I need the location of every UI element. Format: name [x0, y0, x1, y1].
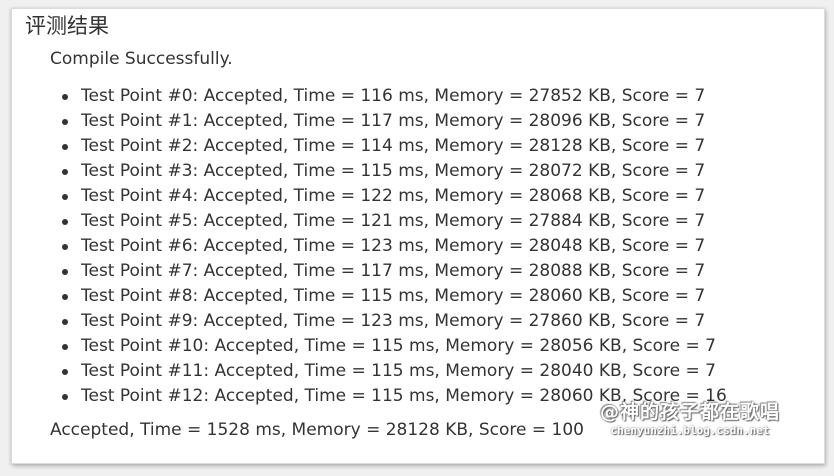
bullet-icon [62, 169, 68, 175]
watermark-url: chenyunzhi.blog.csdn.net [610, 424, 770, 437]
bullet-icon [62, 319, 68, 325]
compile-status: Compile Successfully. [50, 49, 233, 69]
test-point-item: Test Point #11: Accepted, Time = 115 ms,… [62, 359, 727, 384]
bullet-icon [62, 294, 68, 300]
test-point-text: Test Point #10: Accepted, Time = 115 ms,… [81, 336, 717, 356]
bullet-icon [62, 194, 68, 200]
test-point-item: Test Point #8: Accepted, Time = 115 ms, … [62, 284, 727, 309]
test-point-item: Test Point #5: Accepted, Time = 121 ms, … [62, 209, 727, 234]
test-point-text: Test Point #2: Accepted, Time = 114 ms, … [81, 136, 706, 156]
test-point-item: Test Point #1: Accepted, Time = 117 ms, … [62, 109, 727, 134]
bullet-icon [62, 269, 68, 275]
test-point-text: Test Point #9: Accepted, Time = 123 ms, … [81, 311, 706, 331]
judge-result-panel: 评测结果 Compile Successfully. Test Point #0… [11, 8, 825, 464]
test-point-list: Test Point #0: Accepted, Time = 116 ms, … [62, 84, 727, 409]
bullet-icon [62, 144, 68, 150]
test-point-text: Test Point #5: Accepted, Time = 121 ms, … [81, 211, 706, 231]
result-summary: Accepted, Time = 1528 ms, Memory = 28128… [50, 420, 584, 440]
test-point-item: Test Point #4: Accepted, Time = 122 ms, … [62, 184, 727, 209]
test-point-text: Test Point #11: Accepted, Time = 115 ms,… [81, 361, 717, 381]
bullet-icon [62, 119, 68, 125]
test-point-text: Test Point #6: Accepted, Time = 123 ms, … [81, 236, 706, 256]
test-point-text: Test Point #1: Accepted, Time = 117 ms, … [81, 111, 706, 131]
test-point-text: Test Point #7: Accepted, Time = 117 ms, … [81, 261, 706, 281]
test-point-item: Test Point #9: Accepted, Time = 123 ms, … [62, 309, 727, 334]
bullet-icon [62, 219, 68, 225]
test-point-item: Test Point #2: Accepted, Time = 114 ms, … [62, 134, 727, 159]
panel-title: 评测结果 [25, 14, 109, 38]
test-point-item: Test Point #6: Accepted, Time = 123 ms, … [62, 234, 727, 259]
test-point-text: Test Point #4: Accepted, Time = 122 ms, … [81, 186, 706, 206]
test-point-text: Test Point #3: Accepted, Time = 115 ms, … [81, 161, 706, 181]
test-point-text: Test Point #0: Accepted, Time = 116 ms, … [81, 86, 706, 106]
test-point-item: Test Point #7: Accepted, Time = 117 ms, … [62, 259, 727, 284]
bullet-icon [62, 244, 68, 250]
test-point-item: Test Point #0: Accepted, Time = 116 ms, … [62, 84, 727, 109]
bullet-icon [62, 394, 68, 400]
bullet-icon [62, 94, 68, 100]
test-point-text: Test Point #8: Accepted, Time = 115 ms, … [81, 286, 706, 306]
test-point-item: Test Point #10: Accepted, Time = 115 ms,… [62, 334, 727, 359]
test-point-text: Test Point #12: Accepted, Time = 115 ms,… [81, 386, 727, 406]
test-point-item: Test Point #3: Accepted, Time = 115 ms, … [62, 159, 727, 184]
bullet-icon [62, 344, 68, 350]
test-point-item: Test Point #12: Accepted, Time = 115 ms,… [62, 384, 727, 409]
bullet-icon [62, 369, 68, 375]
